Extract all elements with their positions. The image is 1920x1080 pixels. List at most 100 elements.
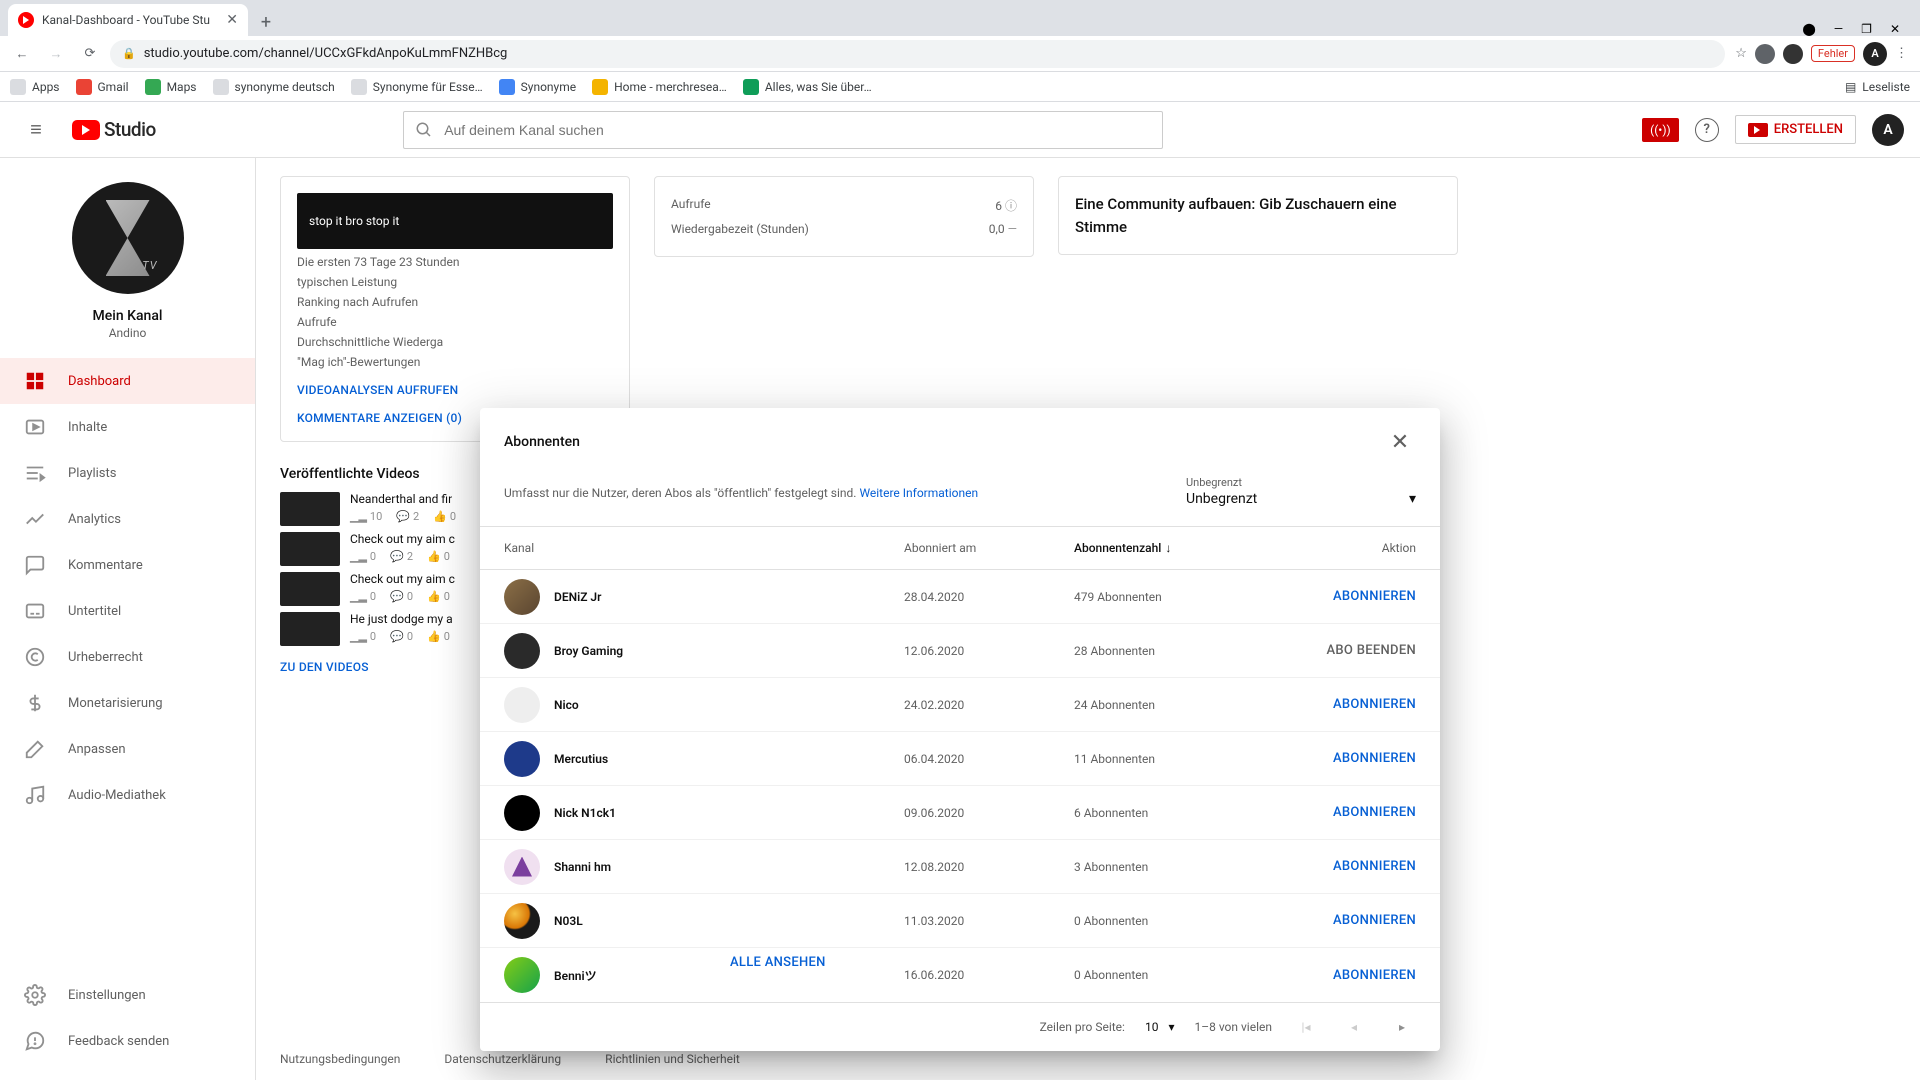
forward-button[interactable]: → [42,40,70,68]
search-input[interactable] [403,111,1163,149]
bookmark-apps[interactable]: Apps [10,79,60,95]
sidebar-item-subtitles[interactable]: Untertitel [0,588,255,634]
view-all-link[interactable]: ALLE ANSEHEN [730,955,826,970]
browser-tab[interactable]: Kanal-Dashboard - YouTube Stu ✕ [8,4,248,36]
channel-cell[interactable]: Shanni hm [504,849,904,885]
help-button[interactable]: ? [1695,118,1719,142]
error-badge[interactable]: Fehler [1811,45,1855,62]
profile-avatar[interactable]: A [1863,42,1887,66]
next-page-button[interactable]: ▸ [1388,1013,1416,1041]
subscribed-date: 09.06.2020 [904,806,1074,820]
close-dialog-button[interactable]: ✕ [1384,426,1416,458]
studio-logo[interactable]: Studio [72,118,156,141]
account-avatar[interactable]: A [1872,114,1904,146]
channel-cell[interactable]: DENiZ Jr [504,579,904,615]
sidebar-item-analytics[interactable]: Analytics [0,496,255,542]
sidebar-item-playlists[interactable]: Playlists [0,450,255,496]
new-tab-button[interactable]: + [252,8,280,36]
subscribe-action-button[interactable]: ABONNIEREN [1333,968,1416,983]
url-text: studio.youtube.com/channel/UCCxGFkdAnpoK… [144,46,508,61]
col-channel[interactable]: Kanal [504,541,904,555]
channel-avatar-icon [504,633,540,669]
close-window-button[interactable]: ✕ [1890,22,1900,36]
bookmark-item[interactable]: Synonyme [499,79,576,95]
bookmark-item[interactable]: synonyme deutsch [213,79,335,95]
channel-name: Nico [554,698,579,712]
bar-chart-icon: ▁▂ [350,550,367,563]
channel-name: Nick N1ck1 [554,806,616,820]
sidebar-item-monetization[interactable]: Monetarisierung [0,680,255,726]
bookmark-item[interactable]: Alles, was Sie über… [743,79,872,95]
reading-list-label[interactable]: Leseliste [1862,80,1910,94]
hamburger-menu[interactable]: ≡ [16,110,56,150]
bookmark-item[interactable]: Home - merchresea… [592,79,727,95]
rows-per-page-select[interactable]: 10 ▾ [1145,1020,1175,1034]
live-badge[interactable]: ((•)) [1642,118,1679,142]
settings-dot-icon[interactable]: ⬤ [1802,22,1815,36]
subscribe-action-button[interactable]: ABONNIEREN [1333,805,1416,820]
minimize-button[interactable]: — [1834,22,1843,36]
close-tab-icon[interactable]: ✕ [226,12,238,28]
channel-cell[interactable]: N03L [504,903,904,939]
col-subscribers[interactable]: Abonnentenzahl↓ [1074,541,1274,555]
extension-icon[interactable] [1755,44,1775,64]
sidebar-item-customize[interactable]: Anpassen [0,726,255,772]
apps-icon [10,79,26,95]
bookmark-maps[interactable]: Maps [145,79,197,95]
sidebar-item-label: Dashboard [68,374,131,389]
reading-list-icon[interactable]: ▤ [1845,80,1856,94]
sidebar-item-audio[interactable]: Audio-Mediathek [0,772,255,818]
subscribe-action-button[interactable]: ABONNIEREN [1333,697,1416,712]
chrome-menu-icon[interactable]: ⋮ [1895,46,1908,61]
stat-row: "Mag ich"-Bewertungen [297,355,613,369]
bookmarks-right: ▤ Leseliste [1845,80,1910,94]
first-page-button[interactable]: |◂ [1292,1013,1320,1041]
channel-cell[interactable]: Nico [504,687,904,723]
bookmark-item[interactable]: Synonyme für Esse… [351,79,483,95]
time-filter[interactable]: Unbegrenzt Unbegrenzt ▾ [1186,476,1416,510]
address-bar[interactable]: 🔒 studio.youtube.com/channel/UCCxGFkdAnp… [110,40,1725,68]
create-button[interactable]: ERSTELLEN [1735,115,1856,144]
video-thumbnail[interactable]: stop it bro stop it [297,193,613,249]
subscribe-action-button[interactable]: ABONNIEREN [1333,751,1416,766]
sidebar-item-content[interactable]: Inhalte [0,404,255,450]
info-icon[interactable]: ⓘ [1005,199,1017,213]
sidebar-item-copyright[interactable]: Urheberrecht [0,634,255,680]
footer-link[interactable]: Nutzungsbedingungen [280,1052,400,1066]
extension-icon[interactable] [1783,44,1803,64]
bookmark-gmail[interactable]: Gmail [76,79,129,95]
sidebar-item-dashboard[interactable]: Dashboard [0,358,255,404]
sidebar-item-settings[interactable]: Einstellungen [0,972,255,1018]
subscribe-action-button[interactable]: ABONNIEREN [1333,913,1416,928]
channel-avatar[interactable]: TV [72,182,184,294]
table-row: Shanni hm12.08.20203 AbonnentenABONNIERE… [480,840,1440,894]
channel-cell[interactable]: Nick N1ck1 [504,795,904,831]
col-date[interactable]: Abonniert am [904,541,1074,555]
content-icon [24,416,46,438]
studio-search [403,111,1163,149]
filter-select[interactable]: Unbegrenzt ▾ [1186,489,1416,510]
subscribe-action-button[interactable]: ABONNIEREN [1333,589,1416,604]
channel-cell[interactable]: Mercutius [504,741,904,777]
footer-link[interactable]: Datenschutzerklärung [444,1052,561,1066]
table-header: Kanal Abonniert am Abonnentenzahl↓ Aktio… [480,526,1440,570]
sidebar-item-feedback[interactable]: Feedback senden [0,1018,255,1064]
video-analytics-link[interactable]: VIDEOANALYSEN AUFRUFEN [297,383,613,397]
back-button[interactable]: ← [8,40,36,68]
subscribe-action-button[interactable]: ABONNIEREN [1333,859,1416,874]
reload-button[interactable]: ⟳ [76,40,104,68]
table-row: Nico24.02.202024 AbonnentenABONNIEREN [480,678,1440,732]
prev-page-button[interactable]: ◂ [1340,1013,1368,1041]
star-icon[interactable]: ☆ [1735,46,1747,61]
more-info-link[interactable]: Weitere Informationen [859,486,978,500]
dashboard-icon [24,370,46,392]
tab-strip: Kanal-Dashboard - YouTube Stu ✕ + ⬤ — ❐ … [0,0,1920,36]
subscribe-action-button[interactable]: ABO BEENDEN [1327,643,1417,658]
maximize-button[interactable]: ❐ [1861,22,1872,36]
footer-link[interactable]: Richtlinien und Sicherheit [605,1052,740,1066]
sidebar-item-comments[interactable]: Kommentare [0,542,255,588]
table-pager: Zeilen pro Seite: 10 ▾ 1–8 von vielen |◂… [480,1002,1440,1051]
channel-cell[interactable]: Broy Gaming [504,633,904,669]
channel-name: Shanni hm [554,860,611,874]
channel-cell[interactable]: Benniツ [504,957,904,993]
